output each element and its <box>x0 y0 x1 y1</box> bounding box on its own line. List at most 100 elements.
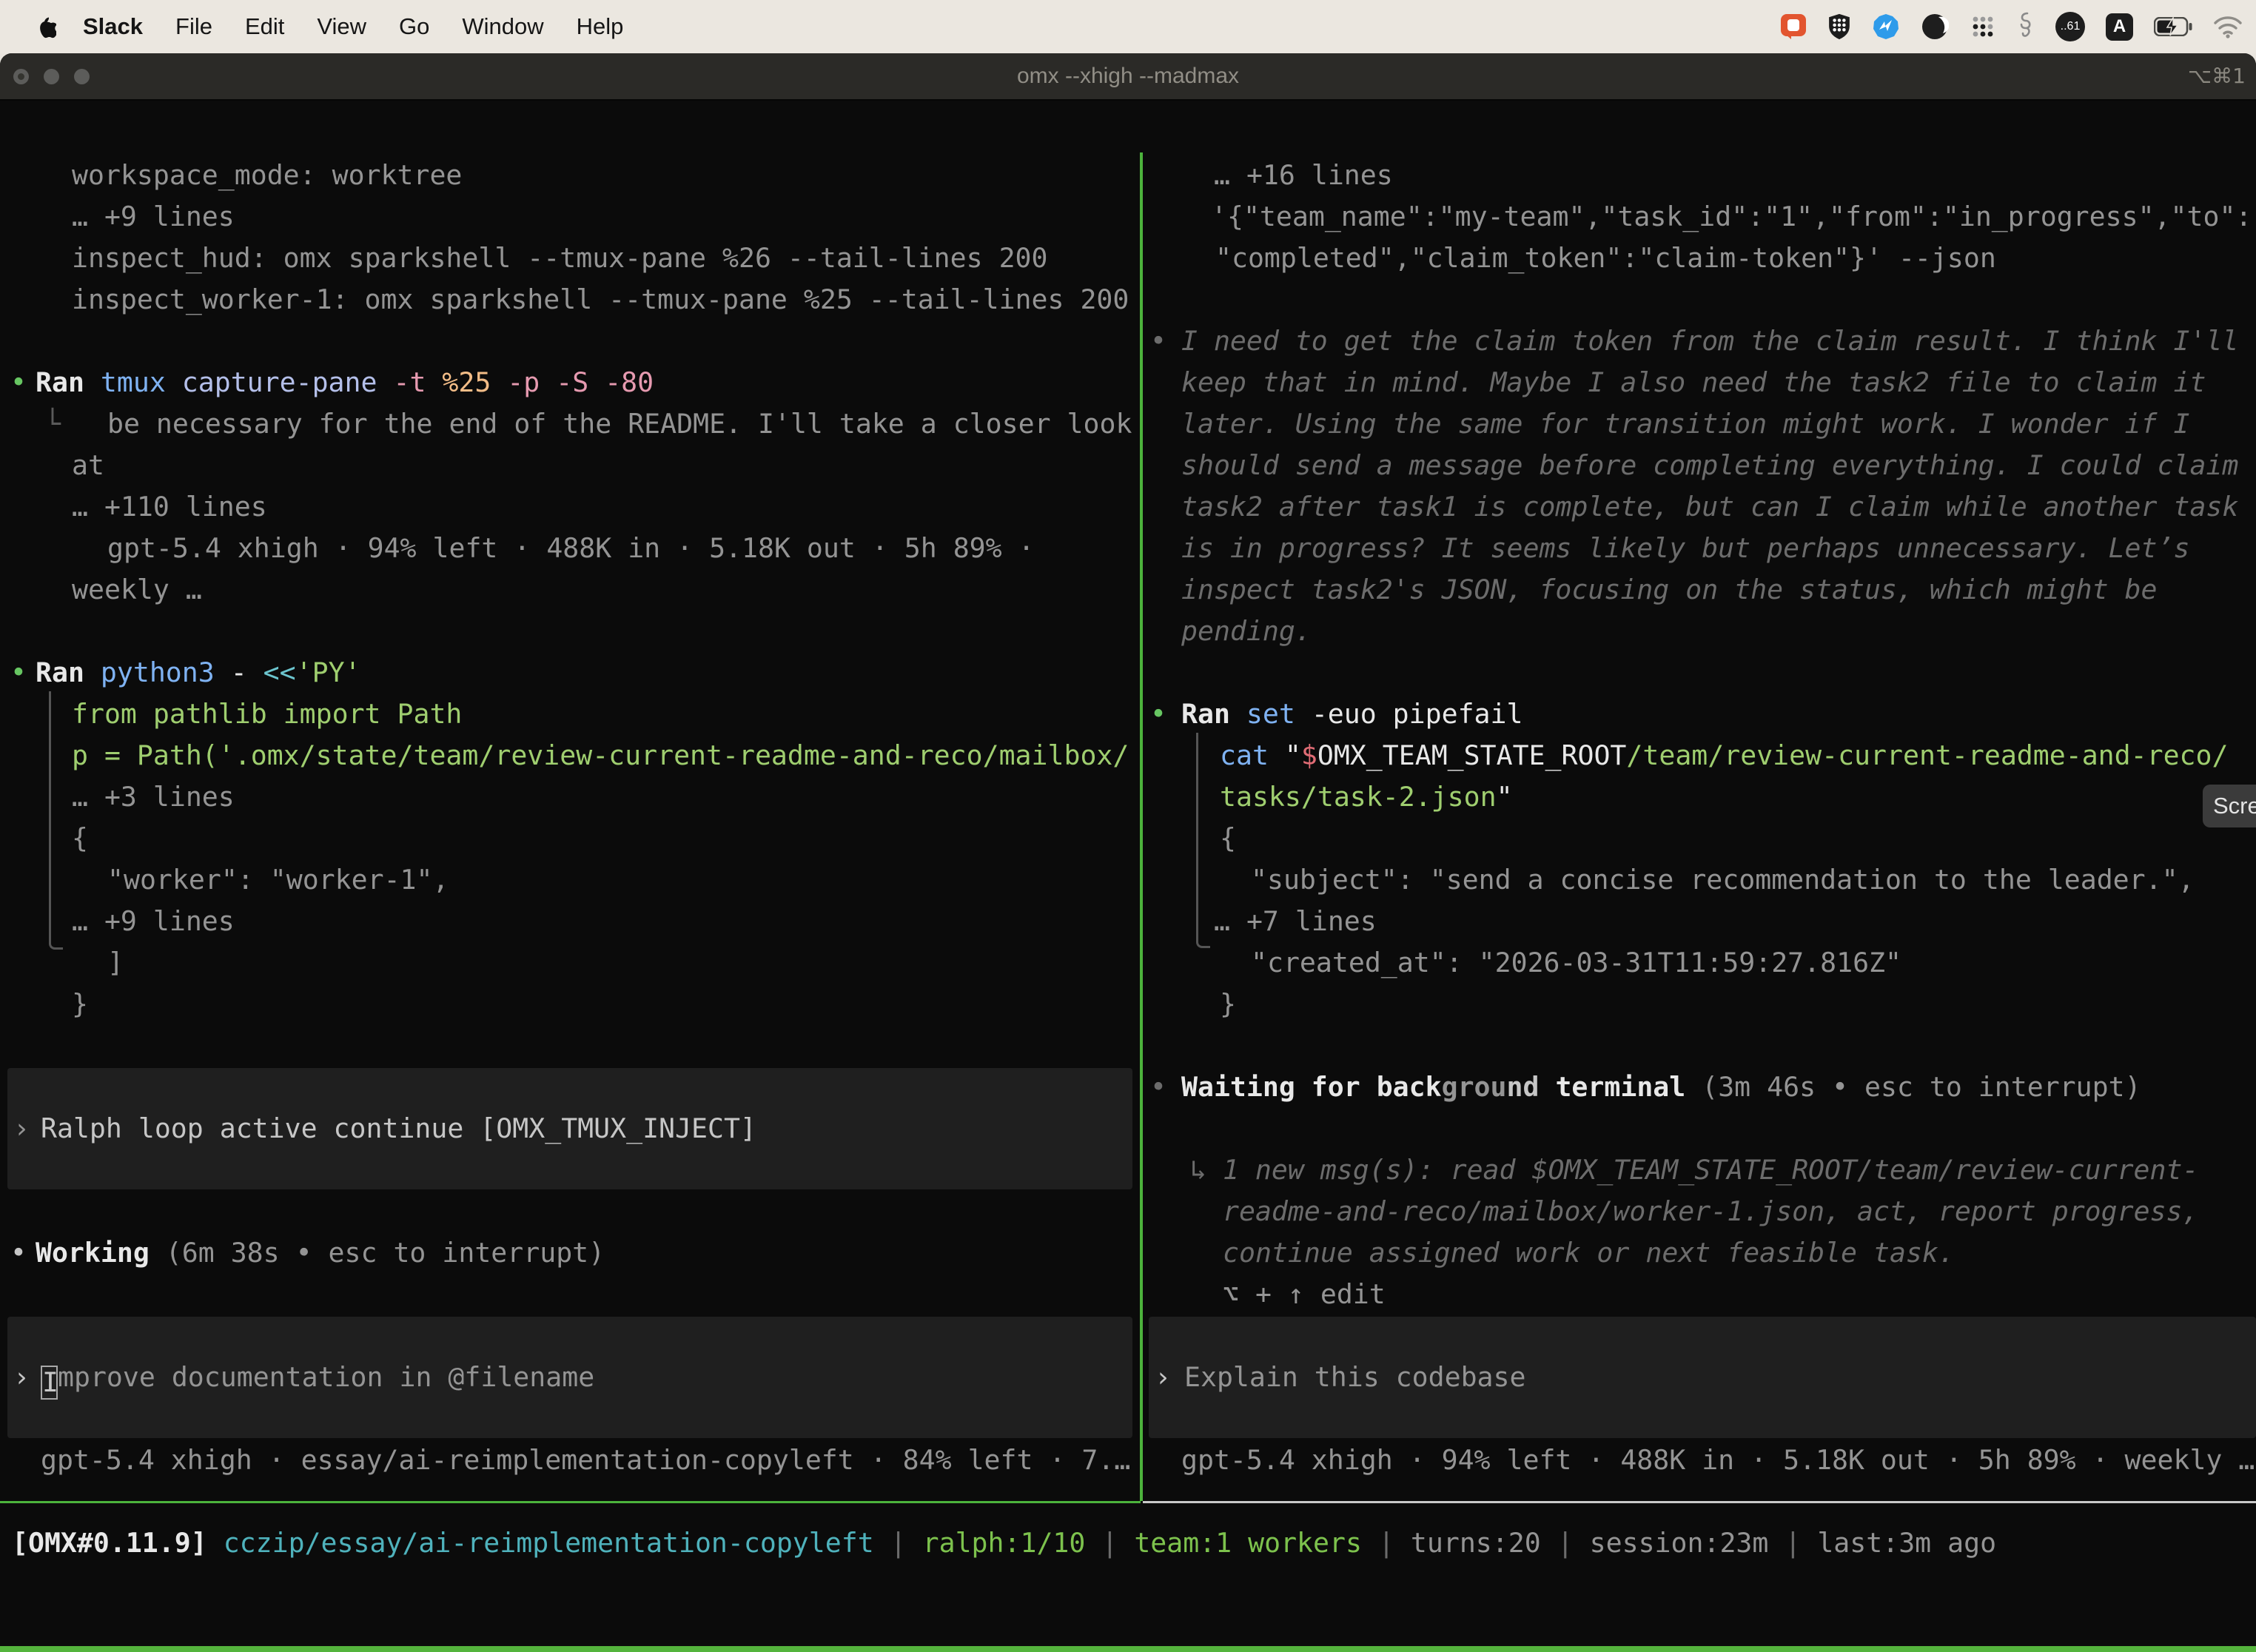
text-segment: gpt-5.4 xhigh · essay/ai-reimplementatio… <box>41 1444 1130 1476</box>
text-segment: at <box>72 449 104 481</box>
text-segment: $ <box>1301 739 1317 771</box>
text-segment: | <box>1768 1527 1817 1559</box>
output-claim-json-1: '{"team_name":"my-team","task_id":"1","f… <box>1211 196 2252 238</box>
tmux-session-label[interactable]: [omx-cczip0:bash* <box>7 1646 284 1652</box>
json-created-at: "created_at": "2026-03-31T11:59:27.816Z" <box>1251 942 1901 984</box>
text-segment: tmux <box>101 366 182 398</box>
text-segment: … +3 lines <box>72 781 235 813</box>
bullet-ran-tmux: • <box>10 362 27 403</box>
text-segment: from pathlib import Path <box>72 698 462 730</box>
text-segment: inspect_worker-1: omx sparkshell --tmux-… <box>72 283 1129 315</box>
output-omitted-lines: … +110 lines <box>72 486 267 528</box>
menu-app-name[interactable]: Slack <box>67 13 159 40</box>
text-segment: 'PY' <box>296 657 361 688</box>
menu-window[interactable]: Window <box>446 13 560 40</box>
text-segment: cat <box>1220 739 1285 771</box>
text-segment: { <box>72 822 88 854</box>
command-cat-task-2: tasks/task-2.json" <box>1220 776 1513 818</box>
battery-icon[interactable] <box>2154 17 2192 36</box>
command-cat-task: cat "$OMX_TEAM_STATE_ROOT/team/review-cu… <box>1220 735 2228 776</box>
text-segment: -S <box>556 366 605 398</box>
text-cursor: I <box>41 1366 58 1400</box>
text-segment: task2 after task1 is complete, but can I… <box>1181 491 2238 523</box>
text-segment: ↳ <box>1190 1154 1223 1186</box>
menu-edit[interactable]: Edit <box>229 13 301 40</box>
menu-file[interactable]: File <box>159 13 229 40</box>
pane-divider[interactable] <box>1140 152 1143 1501</box>
text-segment: workspace_mode: worktree <box>72 159 462 191</box>
json-worker: "worker": "worker-1", <box>107 859 449 901</box>
text-segment: inspect_hud: omx sparkshell --tmux-pane … <box>72 242 1048 274</box>
output-omitted-lines: … +7 lines <box>1214 901 1377 942</box>
battery-percent-app-icon[interactable]: ..61 <box>2055 12 2085 41</box>
menu-view[interactable]: View <box>301 13 383 40</box>
text-segment: "completed","claim_token":"claim-token"}… <box>1215 242 1996 274</box>
reasoning-line: later. Using the same for transition mig… <box>1181 403 2189 445</box>
text-segment: | <box>1541 1527 1590 1559</box>
text-segment: Ran <box>1181 698 1246 730</box>
text-segment: turns:20 <box>1411 1527 1541 1559</box>
screen-record-icon[interactable] <box>1780 13 1807 41</box>
pane-status-left: gpt-5.4 xhigh · essay/ai-reimplementatio… <box>41 1440 1130 1481</box>
mailbox-notice-2: readme-and-reco/mailbox/worker-1.json, a… <box>1223 1191 2199 1232</box>
text-segment: inspect task2's JSON, focusing on the st… <box>1181 574 2158 605</box>
text-segment: • <box>10 366 27 398</box>
menu-go[interactable]: Go <box>383 13 446 40</box>
output-usage-1: gpt-5.4 xhigh · 94% left · 488K in · 5.1… <box>107 528 1035 569</box>
tree-guide <box>49 691 63 950</box>
reasoning-line: inspect task2's JSON, focusing on the st… <box>1181 569 2158 611</box>
text-segment: be necessary for the end of the README. … <box>107 408 1132 440</box>
blue-bolt-app-icon[interactable] <box>1872 13 1900 41</box>
text-segment: p = Path('.omx/state/team/review-current… <box>72 739 1129 771</box>
input-source-icon[interactable]: A <box>2106 13 2133 41</box>
apple-logo-icon[interactable] <box>34 13 56 40</box>
text-segment: (3m 46s • esc to interrupt) <box>1685 1071 2141 1103</box>
text-segment: (6m 38s • esc to interrupt) <box>150 1237 605 1269</box>
text-segment: └ <box>44 408 61 440</box>
text-segment: › <box>13 1361 30 1393</box>
text-segment: › <box>13 1112 30 1144</box>
output-omitted-lines: … +9 lines <box>72 901 235 942</box>
text-segment: -euo pipefail <box>1312 698 1523 730</box>
text-segment: readme-and-reco/mailbox/worker-1.json, a… <box>1223 1195 2199 1227</box>
text-segment: "created_at": "2026-03-31T11:59:27.816Z" <box>1251 947 1901 978</box>
text-segment: -80 <box>605 366 654 398</box>
text-segment: ⌥ + ↑ edit <box>1223 1278 1386 1310</box>
menu-help[interactable]: Help <box>560 13 640 40</box>
bullet-ran-python: • <box>10 652 27 694</box>
dots-grid-icon[interactable] <box>1970 13 1996 40</box>
text-segment: gpt-5.4 xhigh · 94% left · 488K in · 5.1… <box>1181 1444 2255 1476</box>
text-segment: pending. <box>1181 615 1312 647</box>
window-title-bar: omx --xhigh --madmax ⌥⌘1 <box>0 53 2256 101</box>
text-segment: Ran <box>36 657 101 688</box>
text-segment: … +110 lines <box>72 491 267 523</box>
text-segment: set <box>1246 698 1312 730</box>
text-segment: last:3m ago <box>1817 1527 1996 1559</box>
code-path: p = Path('.omx/state/team/review-current… <box>72 735 1129 776</box>
json-close-brace: } <box>1220 984 1236 1025</box>
json-close-brace: } <box>72 984 88 1025</box>
text-segment: Ran <box>36 366 101 398</box>
text-segment: " <box>1497 781 1513 813</box>
text-segment: • <box>1150 1071 1166 1103</box>
text-segment: later. Using the same for transition mig… <box>1181 408 2189 440</box>
text-segment: { <box>1220 822 1236 854</box>
text-segment: … +9 lines <box>72 201 235 232</box>
text-segment: Explain this codebase <box>1184 1361 1525 1393</box>
text-segment: -p <box>507 366 556 398</box>
desktop: { "menu_bar": { "app_name": "Slack", "it… <box>0 0 2256 1652</box>
dark-crescent-app-icon[interactable] <box>1921 13 1949 41</box>
text-segment: I need to get the claim token from the c… <box>1181 325 2238 357</box>
tmux-host-clock: "MacBook-Pro-44.local" 05:03 31-Mar-26 <box>1632 1646 2250 1652</box>
hook-squiggle-icon[interactable] <box>2017 12 2035 41</box>
wifi-icon[interactable] <box>2213 15 2243 38</box>
text-segment: %25 <box>442 366 507 398</box>
keypad-shield-icon[interactable] <box>1827 13 1851 41</box>
reasoning-line: is in progress? It seems likely but perh… <box>1181 528 2189 569</box>
text-segment: << <box>263 657 296 688</box>
waiting-status: Waiting for background terminal (3m 46s … <box>1181 1067 2141 1108</box>
output-usage-2: weekly … <box>72 569 202 611</box>
text-segment: " <box>1285 739 1301 771</box>
command-set-pipefail: Ran set -euo pipefail <box>1181 694 1523 735</box>
pane-status-right: gpt-5.4 xhigh · 94% left · 488K in · 5.1… <box>1181 1440 2255 1481</box>
